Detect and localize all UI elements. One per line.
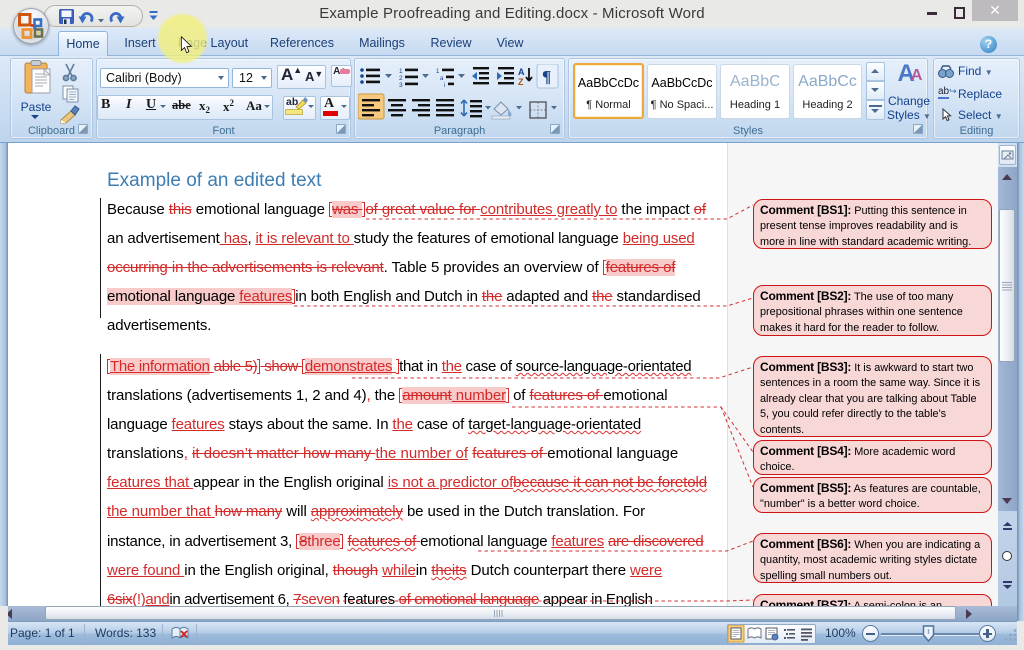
svg-text:a: a — [440, 76, 444, 82]
svg-text:¶: ¶ — [542, 67, 551, 86]
svg-text:Z: Z — [518, 77, 524, 87]
svg-text:1: 1 — [436, 69, 440, 75]
svg-text:i: i — [444, 83, 445, 89]
svg-text:2: 2 — [399, 75, 403, 82]
svg-text:3: 3 — [399, 82, 403, 89]
svg-text:1: 1 — [399, 68, 403, 75]
svg-text:A: A — [518, 67, 525, 77]
